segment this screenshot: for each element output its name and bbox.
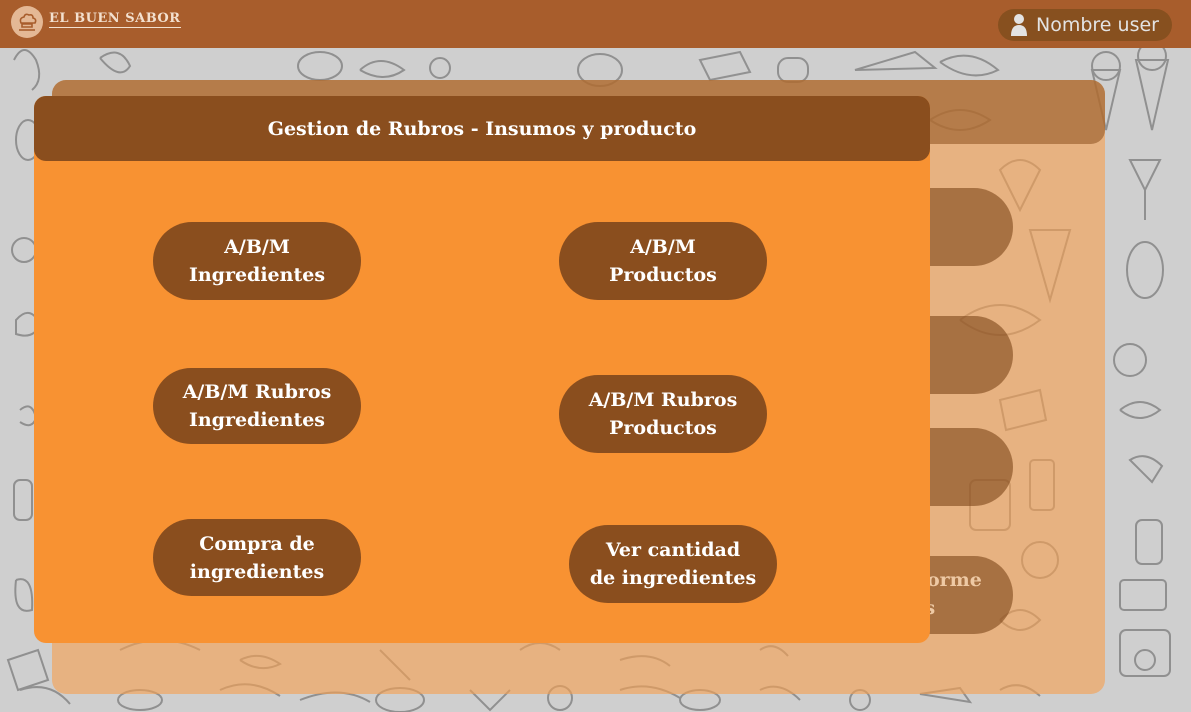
chef-hat-icon[interactable] (11, 6, 43, 38)
abm-rubros-ingredientes-button[interactable]: A/B/M Rubros Ingredientes (153, 368, 361, 444)
user-icon (1011, 14, 1027, 36)
top-bar: EL BUEN SABOR Nombre user (0, 0, 1191, 48)
panel-header: Gestion de Rubros - Insumos y producto (34, 96, 930, 161)
rubros-management-panel: Gestion de Rubros - Insumos y producto A… (34, 96, 930, 643)
ver-cantidad-ingredientes-button[interactable]: Ver cantidad de ingredientes (569, 525, 777, 603)
compra-ingredientes-button[interactable]: Compra de ingredientes (153, 519, 361, 596)
brand-name[interactable]: EL BUEN SABOR (49, 11, 181, 28)
user-name: Nombre user (1036, 14, 1159, 36)
abm-rubros-productos-button[interactable]: A/B/M Rubros Productos (559, 375, 767, 453)
user-menu-button[interactable]: Nombre user (998, 9, 1172, 41)
abm-ingredientes-button[interactable]: A/B/M Ingredientes (153, 222, 361, 300)
abm-productos-button[interactable]: A/B/M Productos (559, 222, 767, 300)
panel-title: Gestion de Rubros - Insumos y producto (267, 117, 697, 140)
